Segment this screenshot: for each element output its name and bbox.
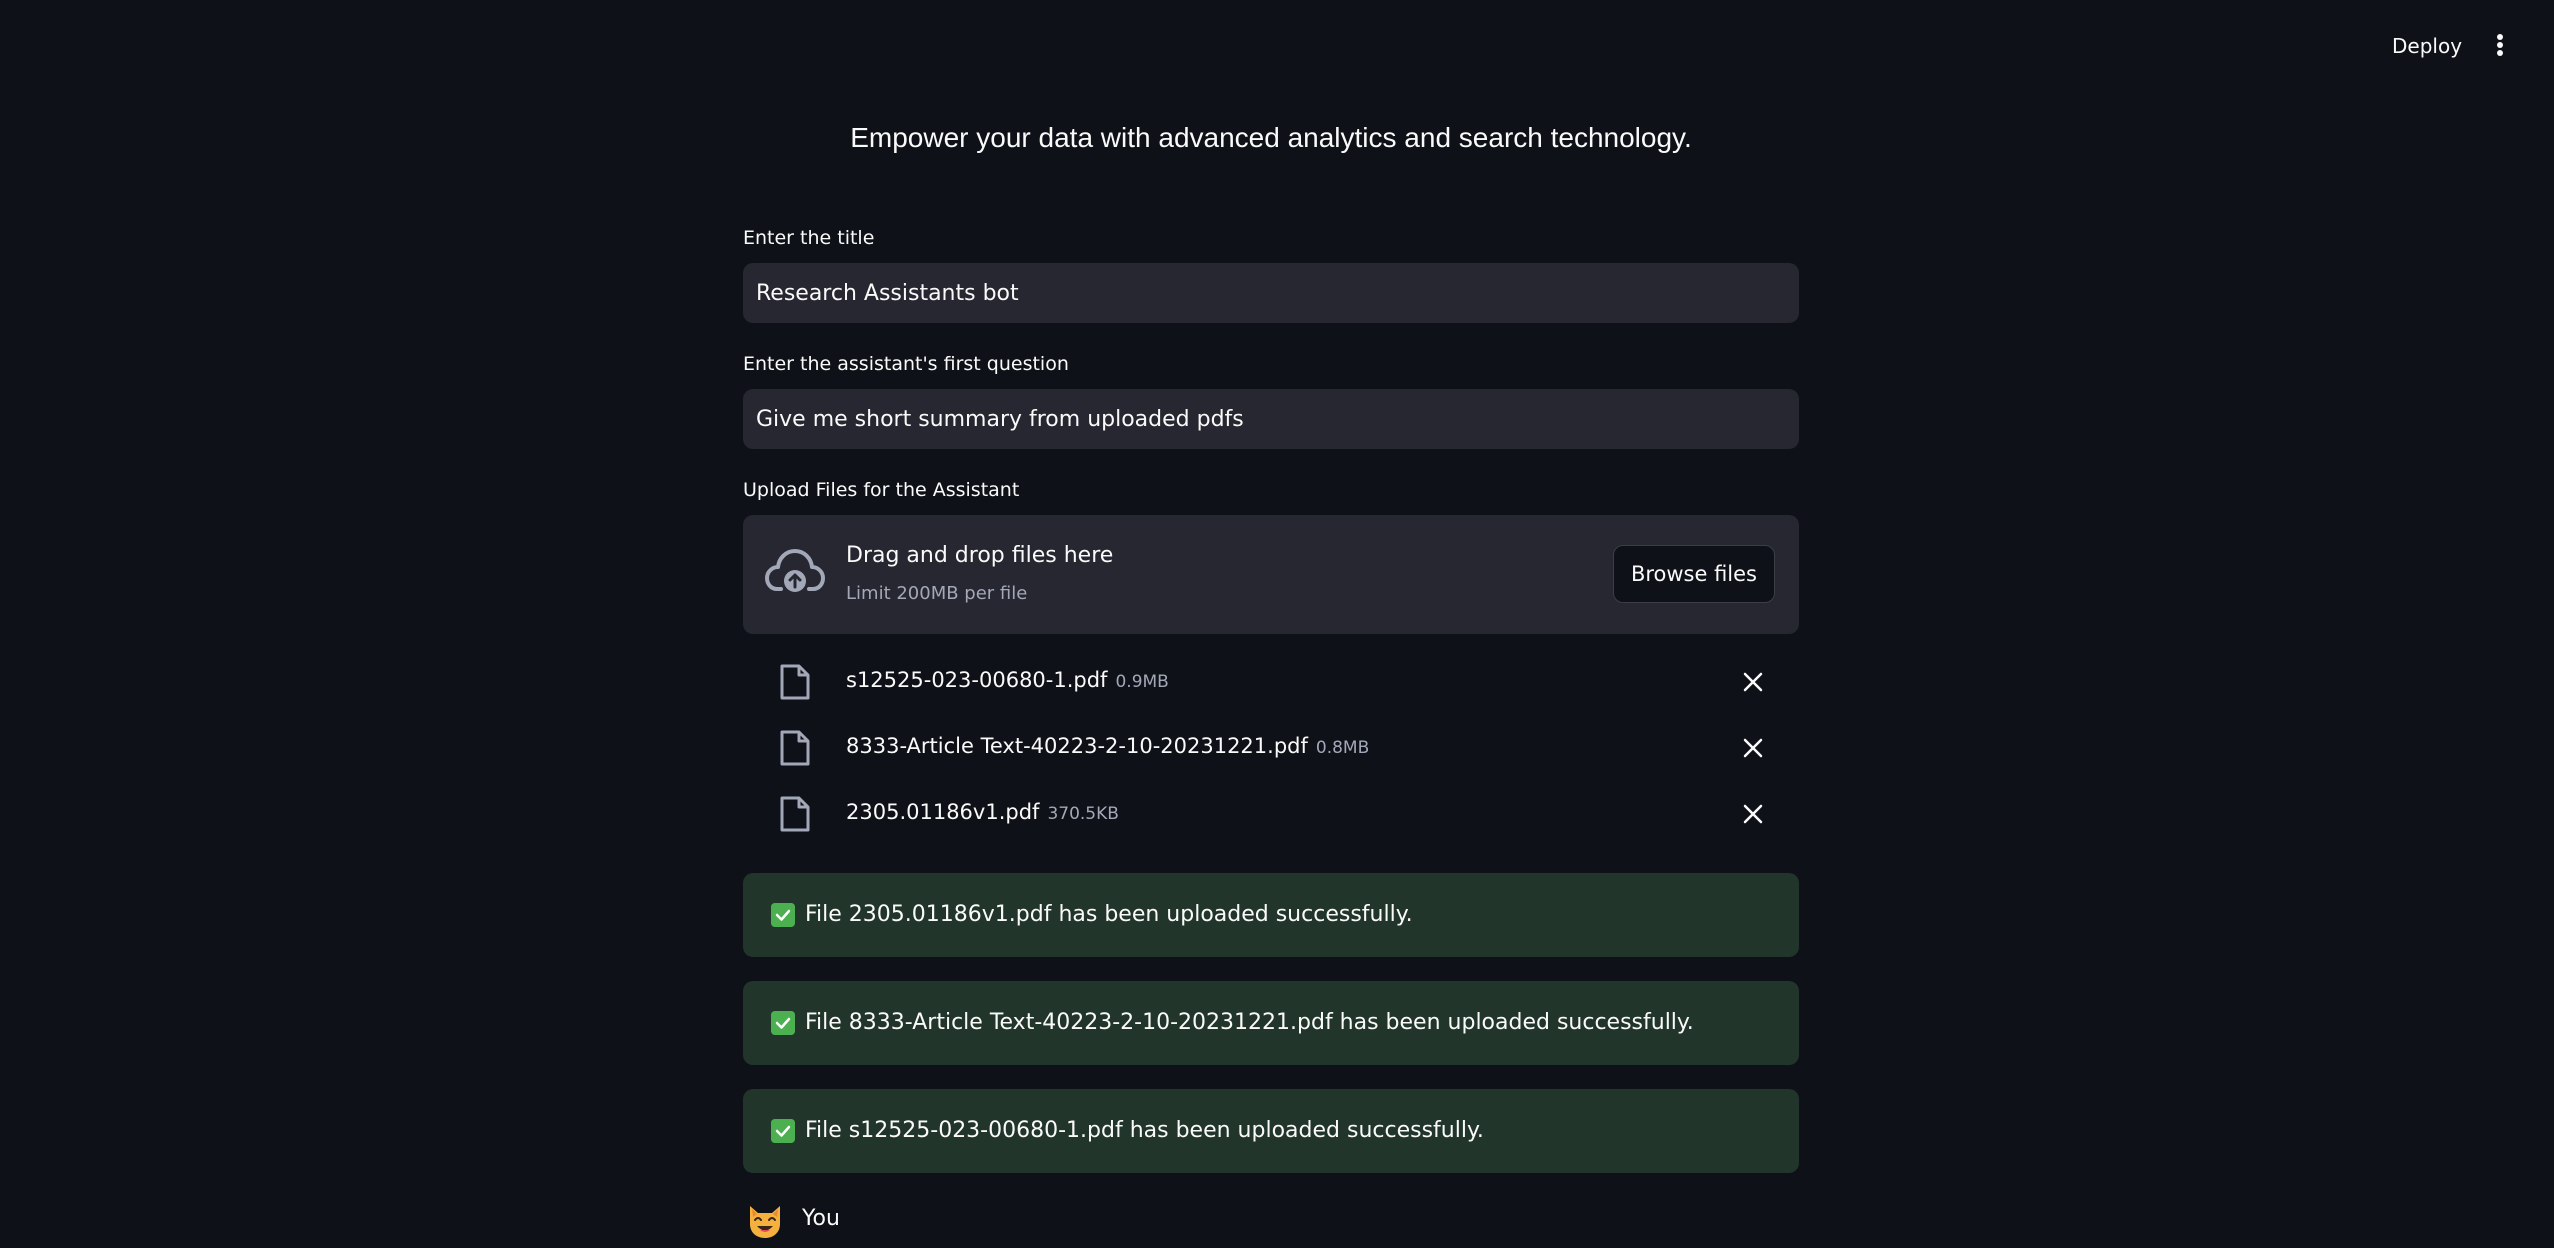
file-size: 370.5KB — [1047, 804, 1119, 824]
close-icon[interactable] — [1741, 736, 1765, 760]
check-mark-icon — [771, 903, 795, 927]
kebab-vertical-icon — [2497, 34, 2503, 56]
chat-author-name: You — [802, 1206, 840, 1231]
file-icon — [780, 796, 810, 832]
check-mark-icon — [771, 1119, 795, 1143]
smiling-cat-avatar — [750, 1206, 780, 1238]
file-size: 0.9MB — [1115, 672, 1169, 692]
title-input[interactable] — [743, 263, 1799, 323]
uploaded-file-row: 8333-Article Text-40223-2-10-20231221.pd… — [743, 716, 1799, 778]
alert-message: File 2305.01186v1.pdf has been uploaded … — [805, 902, 1413, 927]
success-alert: File 2305.01186v1.pdf has been uploaded … — [743, 873, 1799, 957]
file-name: 2305.01186v1.pdf — [846, 800, 1040, 824]
app-header: Deploy — [0, 0, 2554, 90]
file-name-label: 8333-Article Text-40223-2-10-20231221.pd… — [846, 734, 1369, 758]
success-alert: File s12525-023-00680-1.pdf has been upl… — [743, 1089, 1799, 1173]
file-icon — [780, 730, 810, 766]
file-name-label: 2305.01186v1.pdf 370.5KB — [846, 800, 1119, 824]
first-question-input[interactable] — [743, 389, 1799, 449]
deploy-button[interactable]: Deploy — [2380, 26, 2474, 66]
dropzone-limit: Limit 200MB per file — [846, 583, 1028, 604]
file-size: 0.8MB — [1315, 738, 1370, 758]
file-name: s12525-023-00680-1.pdf — [846, 668, 1108, 692]
main-menu-button[interactable] — [2482, 26, 2518, 66]
uploaded-file-row: s12525-023-00680-1.pdf 0.9MB — [743, 650, 1799, 712]
file-name: 8333-Article Text-40223-2-10-20231221.pd… — [846, 734, 1308, 758]
title-field-label: Enter the title — [743, 227, 875, 249]
file-name-label: s12525-023-00680-1.pdf 0.9MB — [846, 668, 1169, 692]
cloud-upload-icon — [765, 549, 825, 592]
check-mark-icon — [771, 1011, 795, 1035]
alert-message: File 8333-Article Text-40223-2-10-202312… — [805, 1010, 1694, 1035]
alert-message: File s12525-023-00680-1.pdf has been upl… — [805, 1118, 1484, 1143]
browse-files-button[interactable]: Browse files — [1612, 545, 1775, 603]
question-field-label: Enter the assistant's first question — [743, 353, 1069, 375]
dropzone-title: Drag and drop files here — [846, 543, 1114, 568]
uploaded-file-row: 2305.01186v1.pdf 370.5KB — [743, 782, 1799, 844]
close-icon[interactable] — [1741, 670, 1765, 694]
success-alert: File 8333-Article Text-40223-2-10-202312… — [743, 981, 1799, 1065]
close-icon[interactable] — [1741, 802, 1765, 826]
file-icon — [780, 664, 810, 700]
file-dropzone[interactable]: Drag and drop files here Limit 200MB per… — [743, 515, 1799, 634]
page-tagline: Empower your data with advanced analytic… — [850, 122, 1692, 153]
uploader-label: Upload Files for the Assistant — [743, 479, 1020, 501]
